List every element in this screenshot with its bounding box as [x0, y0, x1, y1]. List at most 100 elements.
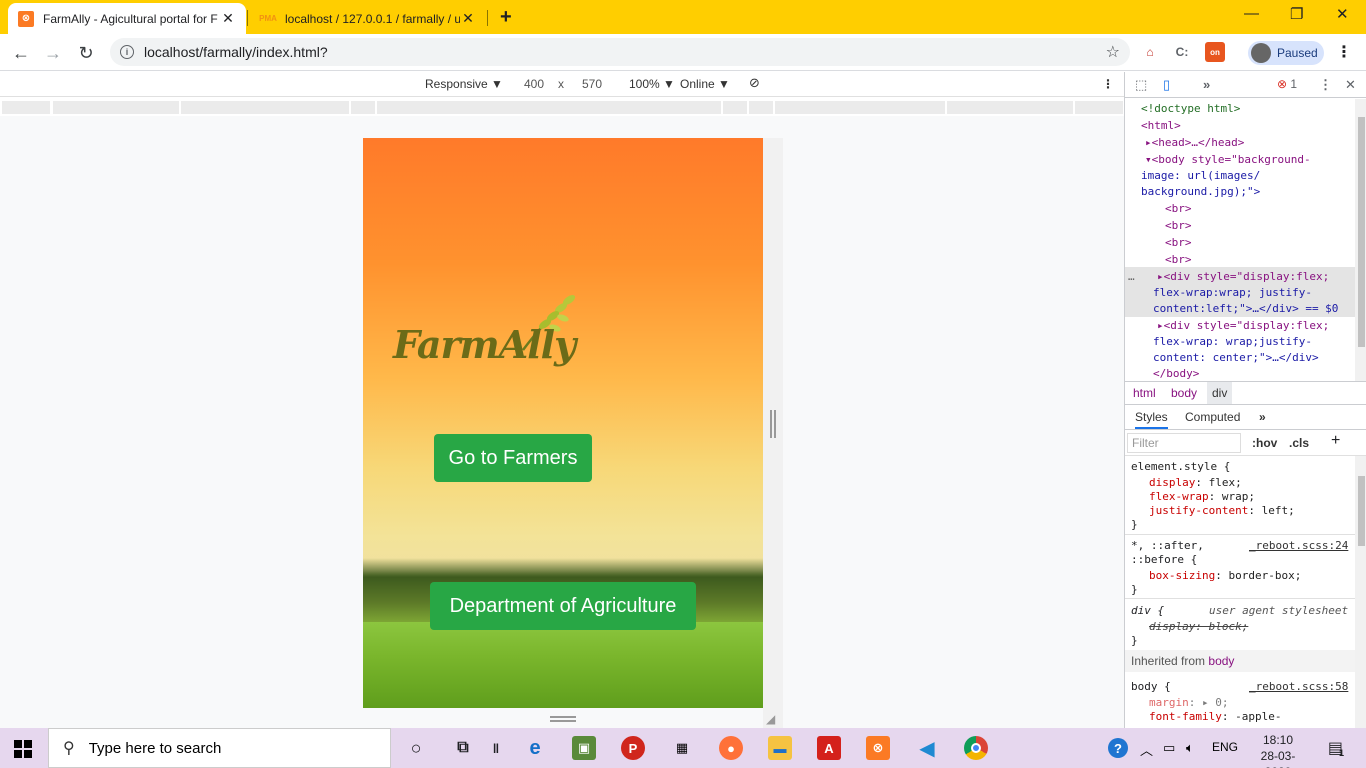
doctype-node[interactable]: <!doctype html>: [1141, 101, 1240, 117]
zoom-select[interactable]: 100% ▼: [629, 77, 675, 91]
devtools-panel: ⬚ ▯ » ⊗ 1 ⋮ ✕ <!doctype html> <html> ▸<h…: [1124, 72, 1366, 728]
resize-handle-right[interactable]: [770, 410, 776, 438]
maximize-icon[interactable]: ❐: [1290, 5, 1303, 23]
close-window-icon[interactable]: ✕: [1336, 5, 1349, 23]
edge-icon[interactable]: e: [523, 736, 547, 760]
vscode-icon[interactable]: ◀: [915, 736, 939, 760]
width-input[interactable]: 400: [524, 77, 544, 91]
breadcrumb-body[interactable]: body: [1171, 386, 1197, 400]
system-clock[interactable]: 18:10 28-03-2020: [1250, 732, 1306, 768]
elements-tree[interactable]: <!doctype html> <html> ▸<head>…</head> ▾…: [1125, 99, 1366, 382]
inherited-label: Inherited from body: [1131, 654, 1235, 668]
code-extension-icon[interactable]: C:: [1172, 42, 1192, 62]
rule-close-brace: }: [1131, 634, 1138, 647]
firefox-icon[interactable]: ●: [719, 736, 743, 760]
device-toggle-icon[interactable]: ▯: [1163, 77, 1170, 93]
chrome-icon[interactable]: [964, 736, 988, 760]
go-to-farmers-button[interactable]: Go to Farmers: [434, 434, 592, 482]
br-node[interactable]: <br>: [1165, 252, 1192, 268]
cls-toggle[interactable]: .cls: [1289, 436, 1309, 450]
browser-toolbar: ← → ↻ i localhost/farmally/index.html? ☆…: [0, 34, 1366, 71]
height-input[interactable]: 570: [582, 77, 602, 91]
br-node[interactable]: <br>: [1165, 218, 1192, 234]
info-icon[interactable]: i: [120, 45, 134, 59]
devtools-settings-icon[interactable]: ⋮: [1319, 77, 1332, 93]
styles-scrollbar[interactable]: [1355, 456, 1366, 728]
style-prop-row[interactable]: margin: ▸ 0;: [1149, 696, 1229, 710]
close-devtools-icon[interactable]: ✕: [1345, 77, 1356, 93]
photos-app-icon[interactable]: ▣: [572, 736, 596, 760]
error-count-badge[interactable]: ⊗ 1: [1277, 77, 1297, 91]
help-icon[interactable]: ?: [1108, 738, 1128, 758]
style-prop-row[interactable]: box-sizing: border-box;: [1149, 569, 1301, 583]
br-node[interactable]: <br>: [1165, 235, 1192, 251]
reboot-source-link[interactable]: _reboot.scss:24: [1249, 539, 1348, 553]
media-query-bar[interactable]: [0, 99, 1124, 116]
html-node[interactable]: <html>: [1141, 118, 1181, 134]
div-node[interactable]: ▸<div style="display:flex;: [1157, 318, 1329, 334]
breadcrumb-div[interactable]: div: [1207, 382, 1233, 404]
url-text[interactable]: localhost/farmally/index.html?: [144, 44, 1106, 60]
overridden-prop[interactable]: display: block;: [1149, 620, 1248, 634]
style-prop-row[interactable]: font-family: -apple-: [1149, 710, 1281, 724]
network-icon[interactable]: ▭: [1163, 740, 1175, 756]
elements-scrollbar[interactable]: [1355, 99, 1366, 381]
extension-on-icon[interactable]: on: [1205, 42, 1225, 62]
close-tab-icon[interactable]: ✕: [220, 10, 236, 27]
head-node[interactable]: ▸<head>…</head>: [1145, 135, 1244, 151]
style-prop-row[interactable]: flex-wrap: wrap;: [1149, 490, 1255, 504]
network-select[interactable]: Online ▼: [680, 77, 730, 91]
forward-icon[interactable]: →: [40, 40, 66, 66]
browser-menu-icon[interactable]: ⋮: [1336, 42, 1352, 62]
department-of-agriculture-button[interactable]: Department of Agriculture: [430, 582, 696, 630]
store-icon[interactable]: ▦: [670, 736, 694, 760]
volume-icon[interactable]: 🔈︎: [1186, 740, 1194, 756]
more-panels-icon[interactable]: »: [1203, 77, 1210, 92]
taskbar-search[interactable]: ⚲ Type here to search: [48, 728, 391, 768]
task-view-icon[interactable]: ⧉: [451, 736, 475, 760]
device-mode-select[interactable]: Responsive ▼: [425, 77, 503, 91]
xampp-icon[interactable]: ⊗: [866, 736, 890, 760]
rotate-icon[interactable]: ⊘: [749, 75, 760, 91]
device-more-icon[interactable]: ⋮: [1102, 77, 1114, 91]
app-p-icon[interactable]: P: [621, 736, 645, 760]
style-prop-row[interactable]: display: flex;: [1149, 476, 1242, 490]
windows-start-icon[interactable]: [14, 740, 32, 761]
div-node-selected[interactable]: ▸<div style="display:flex;: [1157, 269, 1329, 285]
new-rule-icon[interactable]: +: [1331, 432, 1340, 450]
close-tab-icon[interactable]: ✕: [460, 10, 476, 27]
back-icon[interactable]: ←: [8, 40, 34, 66]
cortana-icon[interactable]: ○: [404, 736, 428, 760]
acrobat-extension-icon[interactable]: ⌂: [1140, 42, 1160, 62]
new-tab-icon[interactable]: +: [500, 6, 512, 29]
filter-input[interactable]: Filter: [1127, 433, 1241, 453]
tab-farmally[interactable]: ⊗ FarmAlly - Agicultural portal for F ✕: [8, 3, 246, 34]
styles-pane[interactable]: element.style { display: flex; flex-wrap…: [1125, 456, 1366, 728]
bookmark-star-icon[interactable]: ☆: [1106, 42, 1120, 62]
minimize-icon[interactable]: —: [1244, 5, 1259, 22]
tab-computed[interactable]: Computed: [1185, 410, 1240, 424]
resize-handle-bottom[interactable]: [550, 716, 576, 722]
body-node[interactable]: ▾<body style="background-: [1145, 152, 1311, 168]
body-node-attr: image: url(images/: [1141, 169, 1261, 182]
file-explorer-icon[interactable]: ▬: [768, 736, 792, 760]
body-close-node[interactable]: </body>: [1153, 366, 1199, 381]
tab-styles[interactable]: Styles: [1135, 410, 1168, 429]
notifications-icon[interactable]: ▤ 1: [1324, 736, 1348, 760]
br-node[interactable]: <br>: [1165, 201, 1192, 217]
style-prop-row[interactable]: justify-content: left;: [1149, 504, 1295, 518]
hov-toggle[interactable]: :hov: [1252, 436, 1277, 450]
more-tabs-icon[interactable]: »: [1259, 410, 1266, 424]
show-hidden-icons-icon[interactable]: ︿: [1140, 740, 1153, 759]
reload-icon[interactable]: ↻: [73, 40, 99, 66]
tab-phpmyadmin[interactable]: PMA localhost / 127.0.0.1 / farmally / u…: [250, 3, 486, 34]
more-actions-icon[interactable]: …: [1128, 269, 1135, 285]
acrobat-icon[interactable]: A: [817, 736, 841, 760]
breadcrumb-html[interactable]: html: [1133, 386, 1156, 400]
profile-paused-button[interactable]: Paused: [1248, 41, 1324, 65]
language-indicator[interactable]: ENG: [1212, 740, 1238, 754]
address-bar[interactable]: i localhost/farmally/index.html? ☆: [110, 38, 1130, 66]
reboot-source-link[interactable]: _reboot.scss:58: [1249, 680, 1348, 694]
resize-handle-corner-icon[interactable]: ◢: [766, 712, 775, 726]
inspect-element-icon[interactable]: ⬚: [1135, 77, 1147, 93]
